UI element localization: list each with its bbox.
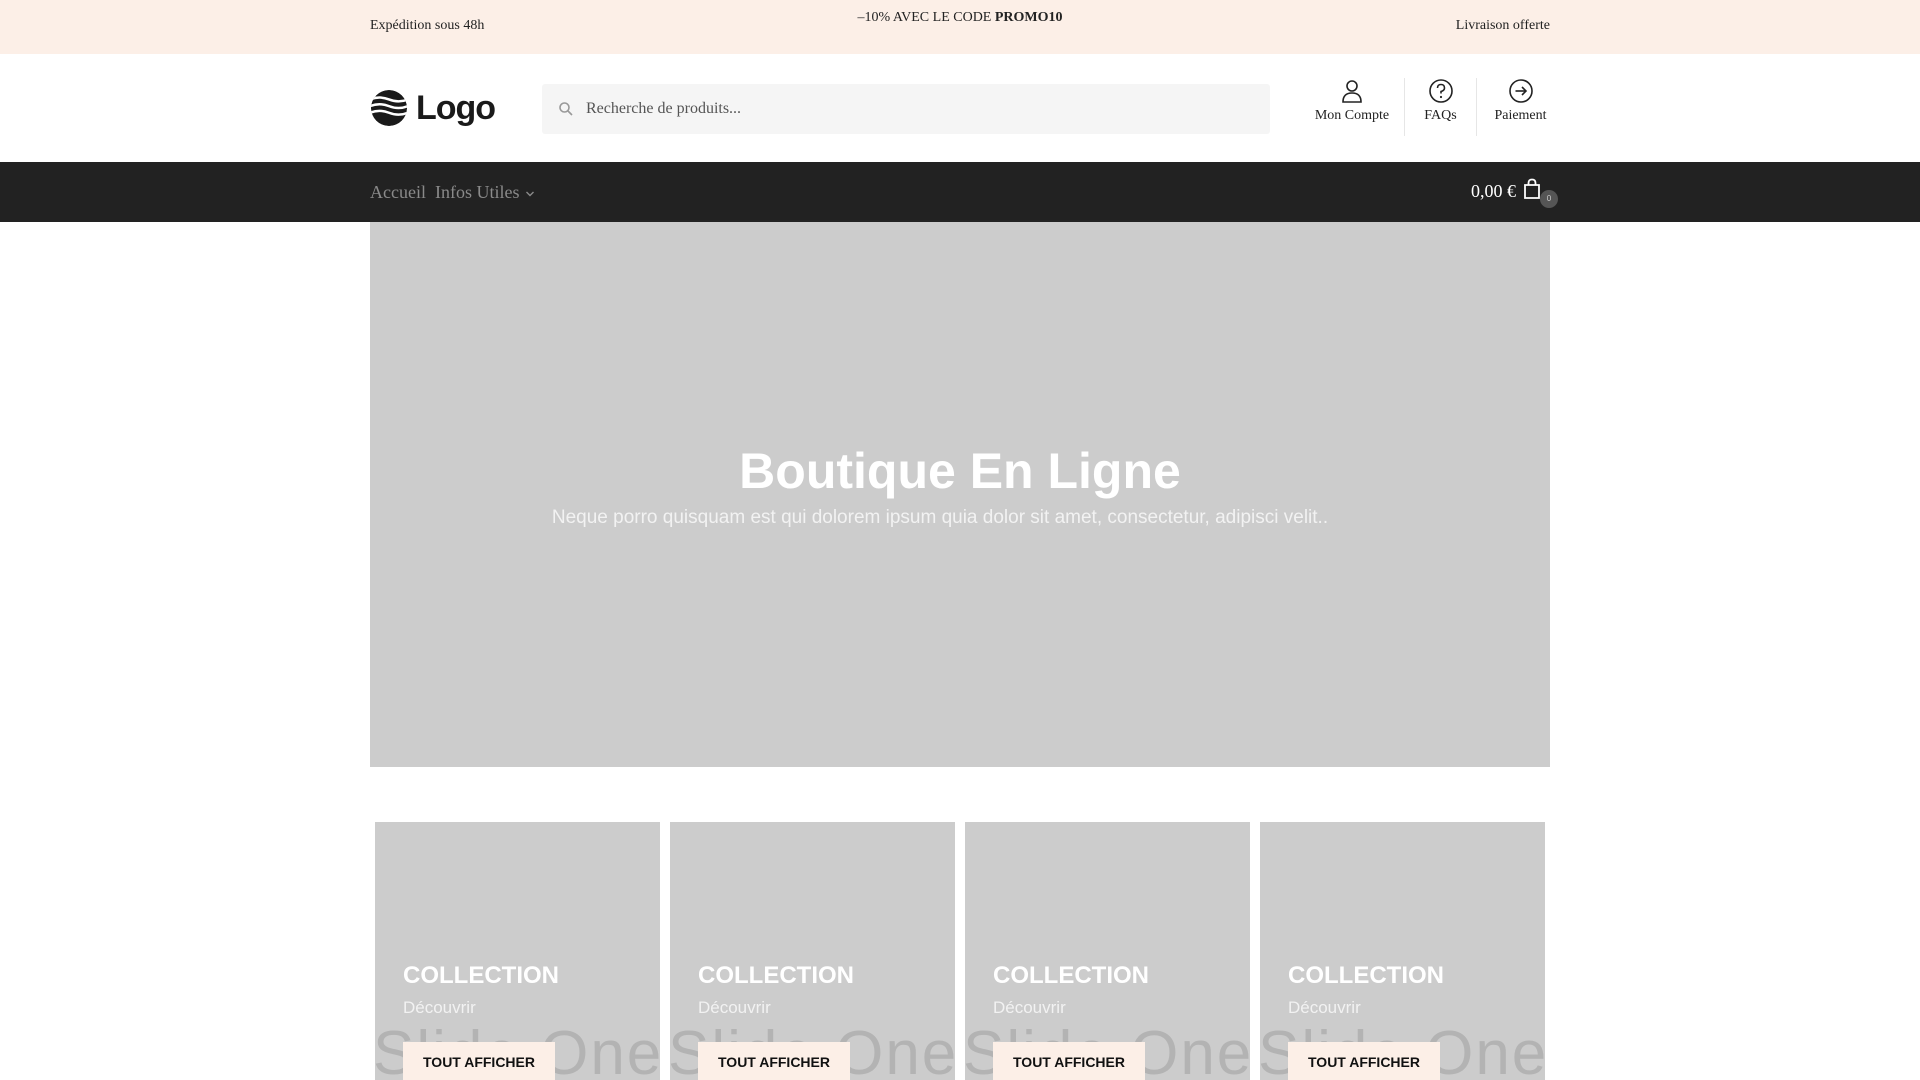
view-all-button[interactable]: TOUT AFFICHER xyxy=(1288,1042,1440,1080)
logo-mark-icon xyxy=(370,89,408,127)
collection-subtitle: Découvrir xyxy=(993,998,1066,1017)
site-header: Logo Mon Compte FAQs Paiement xyxy=(0,54,1920,162)
promo-code: PROMO10 xyxy=(994,10,1063,25)
collections-grid: Slide One Collection Découvrir TOUT AFFI… xyxy=(375,822,1545,1080)
promo-text: –10% AVEC LE CODE xyxy=(857,10,995,25)
nav-item-label: Infos Utiles xyxy=(435,182,520,202)
collection-card: Slide One Collection Découvrir TOUT AFFI… xyxy=(375,822,660,1080)
cart-total: 0,00 € xyxy=(1471,180,1516,201)
collection-card: Slide One Collection Découvrir TOUT AFFI… xyxy=(965,822,1250,1080)
nav-item-accueil[interactable]: Accueil xyxy=(370,182,426,203)
chevron-down-icon xyxy=(525,191,534,196)
account-link[interactable]: Mon Compte xyxy=(1300,78,1404,136)
faqs-link[interactable]: FAQs xyxy=(1404,78,1476,136)
question-circle-icon xyxy=(1428,79,1453,103)
collection-subtitle: Découvrir xyxy=(1288,998,1361,1017)
collection-subtitle: Découvrir xyxy=(698,998,771,1017)
collection-title: Collection xyxy=(403,962,559,989)
collection-card: Slide One Collection Découvrir TOUT AFFI… xyxy=(1260,822,1545,1080)
search-input[interactable] xyxy=(586,84,1256,134)
promo-bar: Expédition sous 48h –10% AVEC LE CODE PR… xyxy=(0,0,1920,54)
faqs-label: FAQs xyxy=(1424,108,1457,123)
cart-button[interactable]: 0,00 € 0 xyxy=(1471,178,1558,208)
collection-title: Collection xyxy=(993,962,1149,989)
collection-title: Collection xyxy=(698,962,854,989)
user-icon xyxy=(1342,80,1362,103)
cart-bag: 0 xyxy=(1522,178,1558,208)
search-box xyxy=(542,84,1270,134)
site-logo[interactable]: Logo xyxy=(370,88,496,128)
hero-subtitle: Neque porro quisquam est qui dolorem ips… xyxy=(551,507,1329,528)
collection-card: Slide One Collection Découvrir TOUT AFFI… xyxy=(670,822,955,1080)
main-nav: Accueil Infos Utiles 0,00 € 0 xyxy=(0,162,1920,222)
nav-item-infos-utiles[interactable]: Infos Utiles xyxy=(435,182,535,203)
checkout-label: Paiement xyxy=(1494,108,1547,123)
hero-title: Boutique En Ligne xyxy=(739,443,1181,499)
view-all-button[interactable]: TOUT AFFICHER xyxy=(403,1042,555,1080)
checkout-link[interactable]: Paiement xyxy=(1476,78,1564,136)
promo-message: –10% AVEC LE CODE PROMO10 xyxy=(0,10,1920,26)
cart-count-badge: 0 xyxy=(1540,190,1558,208)
view-all-button[interactable]: TOUT AFFICHER xyxy=(698,1042,850,1080)
collection-title: Collection xyxy=(1288,962,1444,989)
account-label: Mon Compte xyxy=(1314,108,1390,123)
arrow-right-circle-icon xyxy=(1508,79,1533,103)
logo-text: Logo xyxy=(416,88,496,127)
search-icon xyxy=(559,102,573,116)
free-delivery-notice: Livraison offerte xyxy=(1455,18,1550,33)
collection-subtitle: Découvrir xyxy=(403,998,476,1017)
hero-banner: Boutique En Ligne Neque porro quisquam e… xyxy=(370,222,1550,767)
shopping-bag-icon xyxy=(1524,178,1540,199)
view-all-button[interactable]: TOUT AFFICHER xyxy=(993,1042,1145,1080)
